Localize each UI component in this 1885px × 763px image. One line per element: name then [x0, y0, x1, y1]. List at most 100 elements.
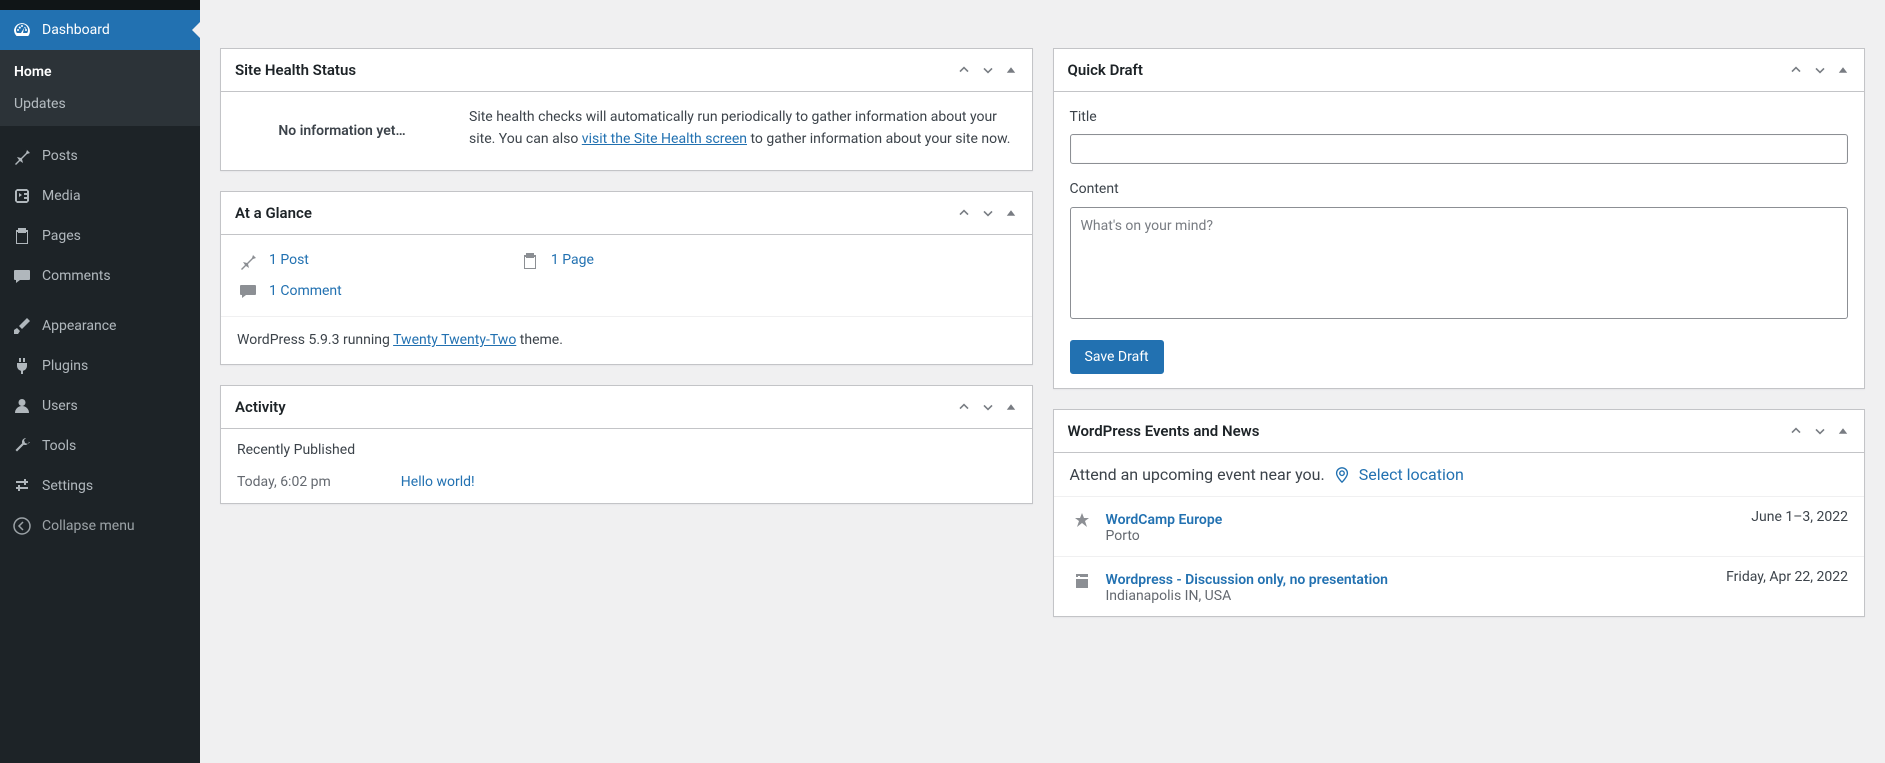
sidebar-item-settings[interactable]: Settings — [0, 466, 200, 506]
widget-title: At a Glance — [235, 204, 312, 222]
toggle-icon[interactable] — [1836, 423, 1850, 439]
comment-icon — [12, 266, 32, 286]
sidebar-item-label: Dashboard — [42, 22, 110, 38]
quick-draft-content-label: Content — [1070, 178, 1849, 200]
widget-quick-draft: Quick Draft Title Content Save Draft — [1053, 48, 1866, 389]
widget-activity: Activity Recently Published Today, 6:02 … — [220, 385, 1033, 505]
pages-icon — [12, 226, 32, 246]
move-down-icon[interactable] — [1812, 423, 1828, 439]
event-location: Indianapolis IN, USA — [1106, 588, 1715, 604]
sidebar-submenu-dashboard: Home Updates — [0, 50, 200, 126]
site-health-no-info: No information yet… — [237, 106, 447, 156]
sidebar-collapse[interactable]: Collapse menu — [0, 506, 200, 546]
events-near-row: Attend an upcoming event near you. Selec… — [1054, 453, 1865, 496]
comment-icon — [237, 280, 259, 302]
sidebar-item-label: Collapse menu — [42, 518, 135, 534]
widget-header: Quick Draft — [1054, 49, 1865, 92]
admin-sidebar: Dashboard Home Updates Posts Media Pages… — [0, 0, 200, 763]
glance-pages-link[interactable]: 1 Page — [519, 249, 594, 271]
sidebar-item-label: Plugins — [42, 358, 88, 374]
sidebar-sub-updates[interactable]: Updates — [0, 88, 200, 120]
move-up-icon[interactable] — [1788, 62, 1804, 78]
move-up-icon[interactable] — [956, 399, 972, 415]
activity-recent-heading: Recently Published — [237, 439, 1016, 461]
widget-title: Site Health Status — [235, 61, 356, 79]
sidebar-sub-home[interactable]: Home — [0, 56, 200, 88]
widget-title: Activity — [235, 398, 286, 416]
dashboard-icon — [12, 20, 32, 40]
event-title-link[interactable]: WordCamp Europe — [1106, 512, 1223, 528]
event-date: Friday, Apr 22, 2022 — [1726, 569, 1848, 604]
toggle-icon[interactable] — [1836, 62, 1850, 78]
widget-title: WordPress Events and News — [1068, 422, 1260, 440]
quick-draft-title-label: Title — [1070, 106, 1849, 128]
toolbar-gap — [0, 0, 200, 10]
wrench-icon — [12, 436, 32, 456]
sidebar-item-label: Appearance — [42, 318, 116, 334]
move-up-icon[interactable] — [956, 205, 972, 221]
event-title-link[interactable]: Wordpress - Discussion only, no presenta… — [1106, 572, 1388, 588]
sidebar-item-users[interactable]: Users — [0, 386, 200, 426]
quick-draft-content-textarea[interactable] — [1070, 207, 1849, 319]
event-row: WordCamp Europe Porto June 1–3, 2022 — [1054, 496, 1865, 556]
sidebar-item-posts[interactable]: Posts — [0, 136, 200, 176]
activity-time: Today, 6:02 pm — [237, 471, 331, 493]
sidebar-item-label: Posts — [42, 148, 78, 164]
sidebar-item-label: Comments — [42, 268, 111, 284]
sidebar-item-comments[interactable]: Comments — [0, 256, 200, 296]
pin-icon — [12, 146, 32, 166]
glance-comments-link[interactable]: 1 Comment — [237, 280, 1016, 302]
toggle-icon[interactable] — [1004, 399, 1018, 415]
quick-draft-title-input[interactable] — [1070, 134, 1849, 164]
event-location: Porto — [1106, 528, 1740, 544]
sidebar-item-media[interactable]: Media — [0, 176, 200, 216]
widget-at-a-glance: At a Glance 1 Post — [220, 191, 1033, 364]
sidebar-item-label: Pages — [42, 228, 81, 244]
widget-title: Quick Draft — [1068, 61, 1143, 79]
event-row: Wordpress - Discussion only, no presenta… — [1054, 556, 1865, 616]
widget-header: Site Health Status — [221, 49, 1032, 92]
sidebar-item-dashboard[interactable]: Dashboard — [0, 10, 200, 50]
toggle-icon[interactable] — [1004, 205, 1018, 221]
move-down-icon[interactable] — [980, 205, 996, 221]
widget-events-news: WordPress Events and News Attend an upco… — [1053, 409, 1866, 617]
move-up-icon[interactable] — [1788, 423, 1804, 439]
sidebar-item-appearance[interactable]: Appearance — [0, 306, 200, 346]
glance-version-line: WordPress 5.9.3 running Twenty Twenty-Tw… — [221, 316, 1032, 363]
main-content: Site Health Status No information yet… S… — [200, 0, 1885, 637]
plug-icon — [12, 356, 32, 376]
sidebar-item-plugins[interactable]: Plugins — [0, 346, 200, 386]
toggle-icon[interactable] — [1004, 62, 1018, 78]
widget-header: WordPress Events and News — [1054, 410, 1865, 453]
sidebar-item-tools[interactable]: Tools — [0, 426, 200, 466]
site-health-link[interactable]: visit the Site Health screen — [582, 131, 747, 147]
move-down-icon[interactable] — [980, 399, 996, 415]
meetup-icon — [1070, 569, 1094, 604]
activity-row: Today, 6:02 pm Hello world! — [237, 471, 1016, 493]
collapse-icon — [12, 516, 32, 536]
move-down-icon[interactable] — [1812, 62, 1828, 78]
media-icon — [12, 186, 32, 206]
settings-icon — [12, 476, 32, 496]
widget-site-health: Site Health Status No information yet… S… — [220, 48, 1033, 171]
sidebar-item-label: Tools — [42, 438, 76, 454]
event-date: June 1–3, 2022 — [1751, 509, 1848, 544]
pages-icon — [519, 250, 541, 272]
glance-theme-link[interactable]: Twenty Twenty-Two — [393, 332, 516, 348]
user-icon — [12, 396, 32, 416]
sidebar-item-pages[interactable]: Pages — [0, 216, 200, 256]
brush-icon — [12, 316, 32, 336]
wordcamp-icon — [1070, 509, 1094, 544]
activity-post-link[interactable]: Hello world! — [401, 471, 475, 493]
pin-icon — [237, 250, 259, 272]
widget-header: At a Glance — [221, 192, 1032, 235]
sidebar-item-label: Media — [42, 188, 81, 204]
select-location-link[interactable]: Select location — [1359, 465, 1464, 484]
move-up-icon[interactable] — [956, 62, 972, 78]
sidebar-item-label: Settings — [42, 478, 93, 494]
widget-header: Activity — [221, 386, 1032, 429]
glance-posts-link[interactable]: 1 Post — [237, 249, 309, 271]
save-draft-button[interactable]: Save Draft — [1070, 340, 1164, 374]
move-down-icon[interactable] — [980, 62, 996, 78]
site-health-description: Site health checks will automatically ru… — [469, 106, 1016, 156]
